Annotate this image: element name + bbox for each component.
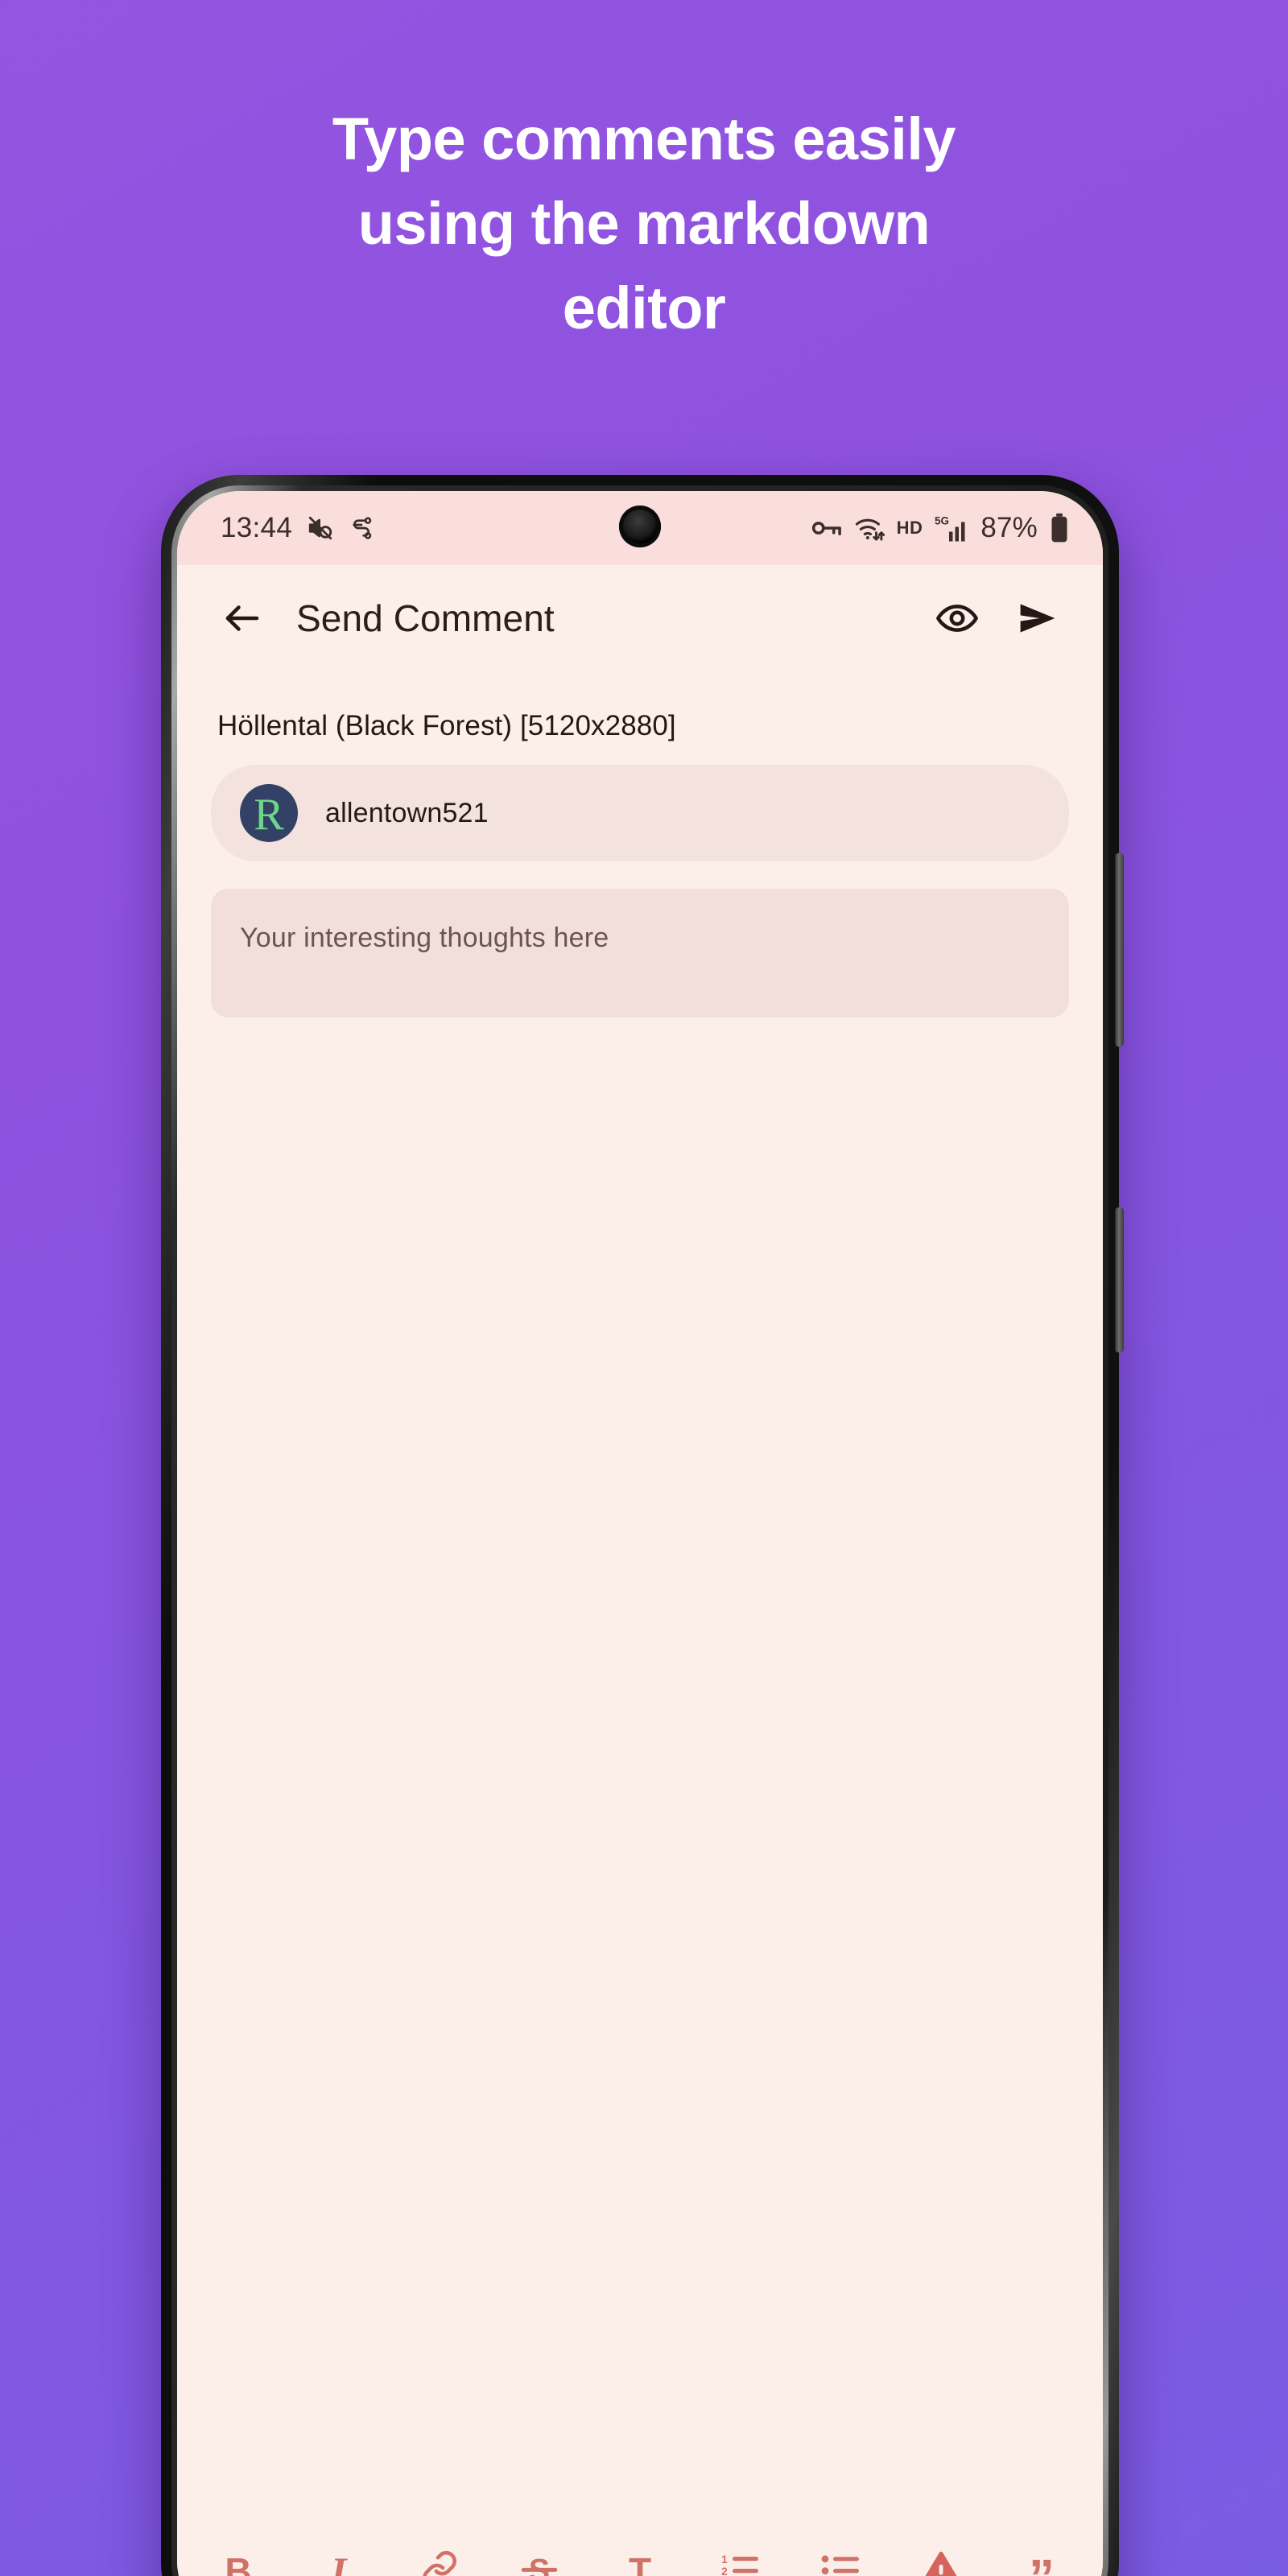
marketing-headline: Type comments easily using the markdown …: [0, 97, 1288, 350]
svg-text:1: 1: [721, 2553, 728, 2566]
app-bar: Send Comment: [177, 565, 1103, 671]
bold-icon: B: [225, 2550, 252, 2576]
headline-line-2: using the markdown: [357, 190, 931, 258]
volume-mute-icon: [307, 514, 334, 542]
comment-placeholder: Your interesting thoughts here: [240, 923, 609, 953]
signal-bars-icon: 5G: [935, 514, 968, 543]
avatar-letter: R: [254, 790, 284, 840]
back-button[interactable]: [216, 592, 269, 645]
heading-button[interactable]: T: [605, 2536, 675, 2576]
nearby-share-icon: [349, 515, 374, 541]
vpn-key-icon: [811, 516, 842, 540]
markdown-toolbar: B I S T 1 2: [177, 2529, 1103, 2576]
status-bar-left: 13:44: [221, 512, 374, 544]
hd-call-label: HD: [896, 518, 923, 538]
phone-bezel: 13:44 HD 5G 87% Send Comment Höllental (…: [171, 485, 1108, 2576]
power-button[interactable]: [1115, 1208, 1124, 1352]
battery-percent-label: 87%: [980, 512, 1038, 543]
phone-mockup: 13:44 HD 5G 87% Send Comment Höllental (…: [161, 475, 1124, 2576]
svg-text:S: S: [529, 2553, 550, 2576]
username-value: allentown521: [325, 797, 489, 828]
avatar: R: [240, 784, 298, 842]
headline-line-1: Type comments easily: [332, 105, 956, 172]
strikethrough-icon: S: [519, 2549, 559, 2576]
quote-button[interactable]: ”: [1006, 2536, 1077, 2576]
status-bar-right: HD 5G 87%: [811, 512, 1069, 544]
comment-form: Höllental (Black Forest) [5120x2880] R a…: [177, 671, 1103, 2529]
italic-icon: I: [331, 2549, 347, 2576]
bold-button[interactable]: B: [203, 2536, 274, 2576]
strikethrough-button[interactable]: S: [504, 2536, 575, 2576]
warning-triangle-icon: [919, 2548, 963, 2576]
page-title: Send Comment: [296, 597, 555, 639]
status-bar: 13:44 HD 5G 87%: [177, 491, 1103, 565]
italic-button[interactable]: I: [303, 2536, 374, 2576]
heading-icon: T: [628, 2550, 652, 2576]
phone-screen: 13:44 HD 5G 87% Send Comment Höllental (…: [177, 491, 1103, 2576]
front-camera: [619, 506, 661, 547]
svg-text:5G: 5G: [935, 515, 949, 527]
svg-text:2: 2: [721, 2565, 728, 2576]
ordered-list-icon: 1 2 3: [720, 2549, 762, 2576]
link-icon: [419, 2549, 460, 2576]
ordered-list-button[interactable]: 1 2 3: [705, 2536, 776, 2576]
volume-button[interactable]: [1115, 853, 1124, 1046]
post-title: Höllental (Black Forest) [5120x2880]: [217, 710, 676, 741]
spoiler-button[interactable]: [906, 2536, 976, 2576]
preview-button[interactable]: [931, 592, 984, 645]
quote-icon: ”: [1029, 2551, 1055, 2576]
username-field[interactable]: R allentown521: [211, 765, 1069, 861]
status-bar-clock: 13:44: [221, 512, 293, 543]
bullet-list-icon: [820, 2549, 862, 2576]
battery-icon: [1050, 513, 1069, 543]
send-button[interactable]: [1011, 592, 1064, 645]
wifi-data-icon: [854, 514, 885, 542]
link-button[interactable]: [404, 2536, 475, 2576]
bullet-list-button[interactable]: [806, 2536, 877, 2576]
headline-line-3: editor: [562, 275, 726, 342]
comment-input[interactable]: Your interesting thoughts here: [211, 889, 1069, 1018]
